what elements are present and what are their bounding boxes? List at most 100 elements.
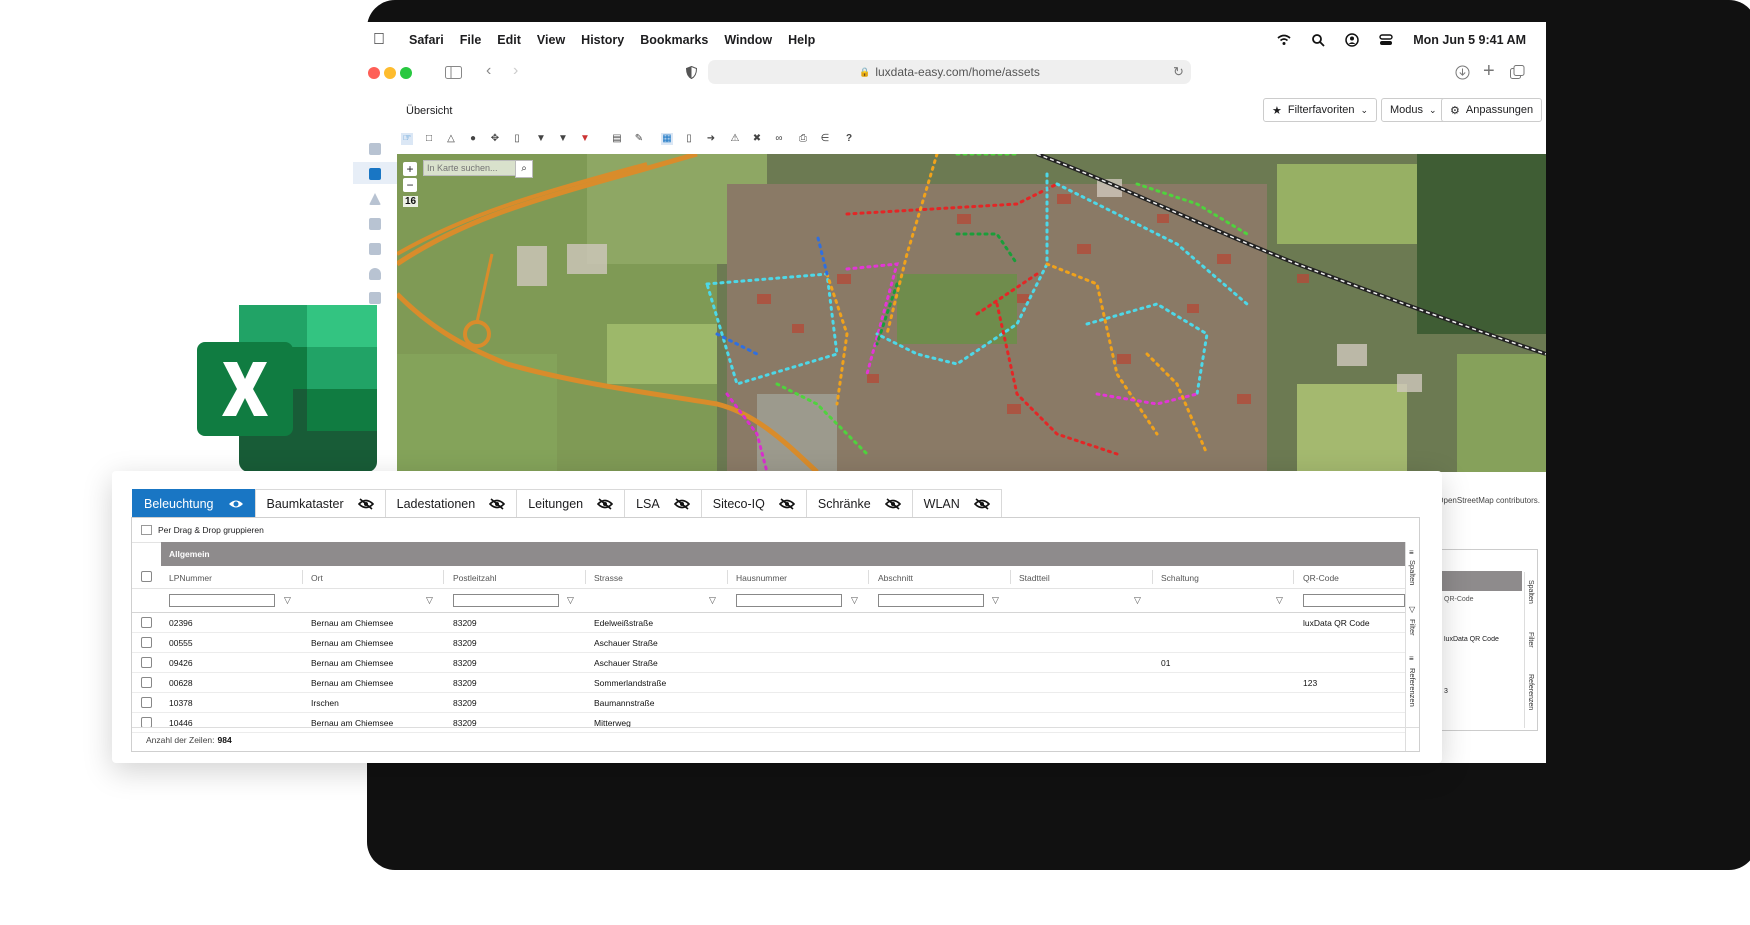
select-tool-icon[interactable]: ☞ bbox=[401, 133, 413, 145]
zoom-in-button[interactable]: + bbox=[403, 162, 417, 176]
map-icon[interactable] bbox=[369, 168, 381, 180]
bell-icon[interactable] bbox=[369, 268, 381, 280]
document-icon[interactable] bbox=[369, 218, 381, 230]
row-checkbox[interactable] bbox=[141, 657, 152, 668]
print-icon[interactable]: ⎙ bbox=[797, 133, 809, 145]
zoom-out-button[interactable]: − bbox=[403, 178, 417, 192]
menu-help[interactable]: Help bbox=[788, 33, 815, 47]
filter-funnel-icon[interactable]: ▽ bbox=[567, 595, 574, 606]
filter-funnel-icon[interactable]: ▽ bbox=[284, 595, 291, 606]
group-by-bar[interactable]: Per Drag & Drop gruppieren bbox=[132, 518, 1419, 543]
tab-lsa[interactable]: LSA bbox=[624, 489, 701, 519]
back-icon[interactable]: ‹ bbox=[486, 62, 491, 80]
tab-ladestationen[interactable]: Ladestationen bbox=[384, 489, 517, 519]
table-row[interactable]: 00555 Bernau am Chiemsee 83209 Aschauer Str… bbox=[132, 632, 1406, 653]
eye-off-icon[interactable] bbox=[357, 498, 374, 510]
filter-clear-icon[interactable]: ▼ bbox=[557, 133, 569, 145]
filter-remove-icon[interactable]: ▼ bbox=[579, 133, 591, 145]
wifi-icon[interactable] bbox=[1277, 33, 1291, 47]
filter-favorites-button[interactable]: ★ Filterfavoriten ⌄ bbox=[1263, 98, 1378, 122]
minimize-window-button[interactable] bbox=[384, 67, 396, 79]
columns-panel-tab[interactable]: Spalten bbox=[1408, 560, 1417, 585]
filter-funnel-icon[interactable]: ▽ bbox=[992, 595, 999, 606]
column-header-strasse[interactable]: Strasse bbox=[594, 573, 623, 583]
filter-panel-icon[interactable]: ▽ bbox=[1409, 605, 1415, 614]
chart-icon[interactable] bbox=[369, 243, 381, 255]
link-icon[interactable]: ∞ bbox=[773, 133, 785, 145]
delete-icon[interactable]: ▯ bbox=[511, 133, 523, 145]
polygon-select-icon[interactable]: △ bbox=[445, 133, 457, 145]
column-header-abschnitt[interactable]: Abschnitt bbox=[878, 573, 913, 583]
table-row[interactable]: 00628 Bernau am Chiemsee 83209 Sommerlandst… bbox=[132, 672, 1406, 693]
tab-wlan[interactable]: WLAN bbox=[911, 489, 1002, 519]
mode-button[interactable]: Modus ⌄ bbox=[1381, 98, 1446, 122]
tab-siteco-iq[interactable]: Siteco-IQ bbox=[700, 489, 806, 519]
column-divider[interactable] bbox=[1010, 570, 1011, 584]
columns-panel-icon[interactable]: ≡ bbox=[1409, 548, 1414, 557]
column-divider[interactable] bbox=[585, 570, 586, 584]
forward-icon[interactable]: › bbox=[513, 62, 518, 80]
column-header-ort[interactable]: Ort bbox=[311, 573, 323, 583]
tab-overview-icon[interactable] bbox=[1510, 65, 1525, 80]
menu-bookmarks[interactable]: Bookmarks bbox=[640, 33, 708, 47]
box-select-icon[interactable]: □ bbox=[423, 133, 435, 145]
menu-file[interactable]: File bbox=[460, 33, 482, 47]
column-divider[interactable] bbox=[868, 570, 869, 584]
row-checkbox[interactable] bbox=[141, 697, 152, 708]
filter-input-hausnummer[interactable] bbox=[736, 594, 842, 607]
filter-icon[interactable]: ▼ bbox=[535, 133, 547, 145]
reload-icon[interactable]: ↻ bbox=[1173, 64, 1184, 80]
trash-icon[interactable]: ▯ bbox=[683, 133, 695, 145]
row-checkbox[interactable] bbox=[141, 617, 152, 628]
filter-panel-tab[interactable]: Filter bbox=[1408, 619, 1417, 636]
column-divider[interactable] bbox=[302, 570, 303, 584]
filter-funnel-icon[interactable]: ▽ bbox=[1134, 595, 1141, 606]
address-bar[interactable]: 🔒 luxdata-easy.com/home/assets bbox=[708, 60, 1191, 84]
table-row[interactable]: 10378 Irschen 83209 Baumannstraße bbox=[132, 692, 1406, 713]
eye-off-icon[interactable] bbox=[597, 498, 614, 510]
column-divider[interactable] bbox=[727, 570, 728, 584]
table-row[interactable]: 02396 Bernau am Chiemsee 83209 Edelweißstra… bbox=[132, 612, 1406, 633]
column-header-qr-code[interactable]: QR-Code bbox=[1303, 573, 1339, 583]
spotlight-search-icon[interactable] bbox=[1311, 33, 1325, 47]
filter-input-lpnummer[interactable] bbox=[169, 594, 275, 607]
maximize-window-button[interactable] bbox=[400, 67, 412, 79]
layers-icon[interactable]: ▤ bbox=[611, 133, 623, 145]
background-filter-label[interactable]: Filter bbox=[1527, 632, 1534, 648]
control-center-icon[interactable] bbox=[1379, 33, 1393, 47]
filter-input-abschnitt[interactable] bbox=[878, 594, 984, 607]
column-header-stadtteil[interactable]: Stadtteil bbox=[1019, 573, 1050, 583]
map-view-icon[interactable]: ▦ bbox=[661, 133, 673, 145]
tab-schraenke[interactable]: Schränke bbox=[805, 489, 912, 519]
filter-funnel-icon[interactable]: ▽ bbox=[709, 595, 716, 606]
tab-baumkataster[interactable]: Baumkataster bbox=[254, 489, 385, 519]
help-icon[interactable]: ? bbox=[843, 133, 855, 145]
map-search-button[interactable]: ⌕ bbox=[515, 160, 533, 178]
column-header-postleitzahl[interactable]: Postleitzahl bbox=[453, 573, 496, 583]
filter-input-qr-code[interactable] bbox=[1303, 594, 1405, 607]
filter-funnel-icon[interactable]: ▽ bbox=[851, 595, 858, 606]
eye-off-icon[interactable] bbox=[973, 498, 990, 510]
downloads-icon[interactable] bbox=[1455, 65, 1470, 80]
customize-button[interactable]: ⚙ Anpassungen bbox=[1441, 98, 1543, 122]
edit-list-icon[interactable]: ✎ bbox=[633, 133, 645, 145]
pin-icon[interactable]: ● bbox=[467, 133, 479, 145]
new-tab-icon[interactable]: + bbox=[1483, 60, 1495, 83]
apple-icon[interactable]:  bbox=[373, 31, 385, 49]
column-divider[interactable] bbox=[1152, 570, 1153, 584]
dashboard-icon[interactable] bbox=[369, 143, 381, 155]
user-icon[interactable] bbox=[1345, 33, 1359, 47]
column-divider[interactable] bbox=[443, 570, 444, 584]
privacy-shield-icon[interactable] bbox=[686, 66, 697, 79]
move-icon[interactable]: ✥ bbox=[489, 133, 501, 145]
tools-icon[interactable]: ✖ bbox=[751, 133, 763, 145]
menu-app[interactable]: Safari bbox=[409, 33, 444, 47]
map-search-input[interactable] bbox=[423, 160, 517, 176]
row-checkbox[interactable] bbox=[141, 637, 152, 648]
filter-funnel-icon[interactable]: ▽ bbox=[1276, 595, 1283, 606]
export-icon[interactable]: ➜ bbox=[705, 133, 717, 145]
filter-input-postleitzahl[interactable] bbox=[453, 594, 559, 607]
tab-beleuchtung[interactable]: Beleuchtung bbox=[132, 489, 255, 519]
references-panel-icon[interactable]: ≡ bbox=[1409, 654, 1414, 663]
row-checkbox[interactable] bbox=[141, 677, 152, 688]
